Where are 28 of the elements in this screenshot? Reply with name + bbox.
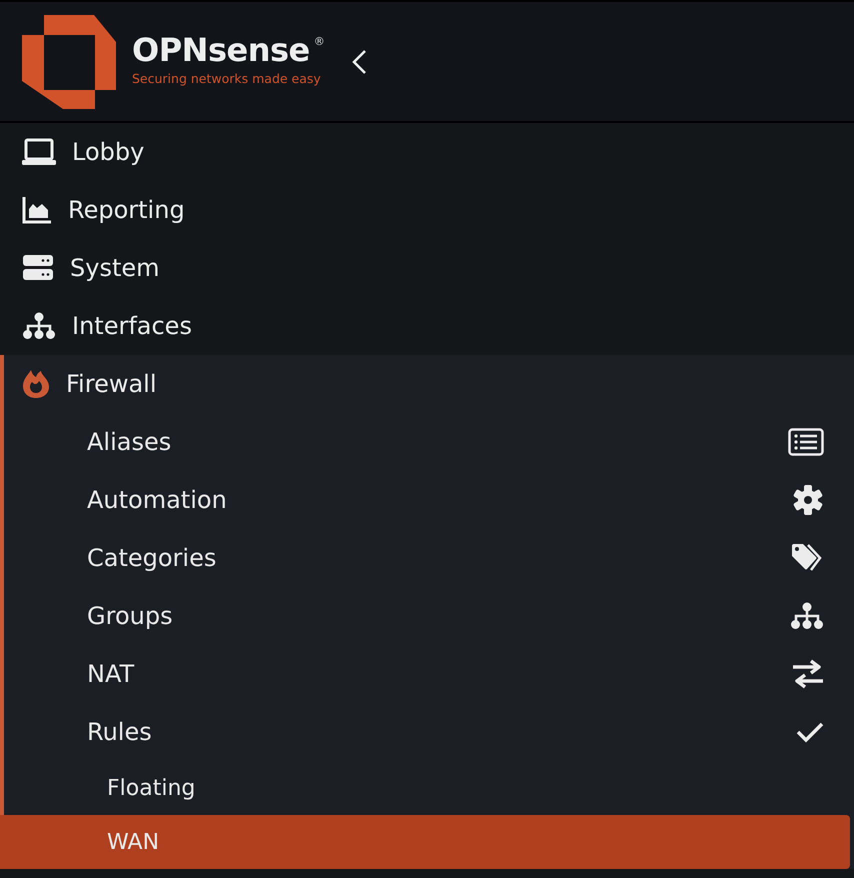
tags-icon: [790, 543, 824, 573]
registered-mark: ®: [314, 34, 325, 50]
menu-item[interactable]: Interfaces: [0, 297, 854, 355]
submenu-item[interactable]: Rules: [4, 703, 854, 761]
submenu-item[interactable]: Groups: [4, 587, 854, 645]
menu-item[interactable]: Lobby: [0, 123, 854, 181]
brand-tagline: Securing networks made easy: [132, 70, 322, 88]
area-chart-icon: [22, 196, 52, 224]
exchange-icon: [792, 659, 824, 689]
list-icon: [788, 428, 824, 456]
submenu-item[interactable]: Categories: [4, 529, 854, 587]
submenu-item[interactable]: WAN: [0, 815, 850, 869]
submenu-item[interactable]: Aliases: [4, 413, 854, 471]
server-icon: [22, 254, 54, 282]
brand-name: OPNsense: [132, 34, 310, 66]
sitemap-icon: [22, 312, 56, 340]
menu-item[interactable]: Firewall: [4, 355, 854, 413]
checkmark-icon: [796, 721, 824, 743]
laptop-icon: [22, 138, 56, 166]
submenu-item[interactable]: NAT: [4, 645, 854, 703]
sitemap-icon: [790, 602, 824, 630]
menu-item[interactable]: Reporting: [0, 181, 854, 239]
flame-icon: [22, 369, 50, 399]
submenu-item[interactable]: Automation: [4, 471, 854, 529]
logo-icon: [22, 14, 116, 108]
settings-icon: [792, 484, 824, 516]
menu-item[interactable]: System: [0, 239, 854, 297]
submenu-item[interactable]: Floating: [4, 761, 854, 815]
